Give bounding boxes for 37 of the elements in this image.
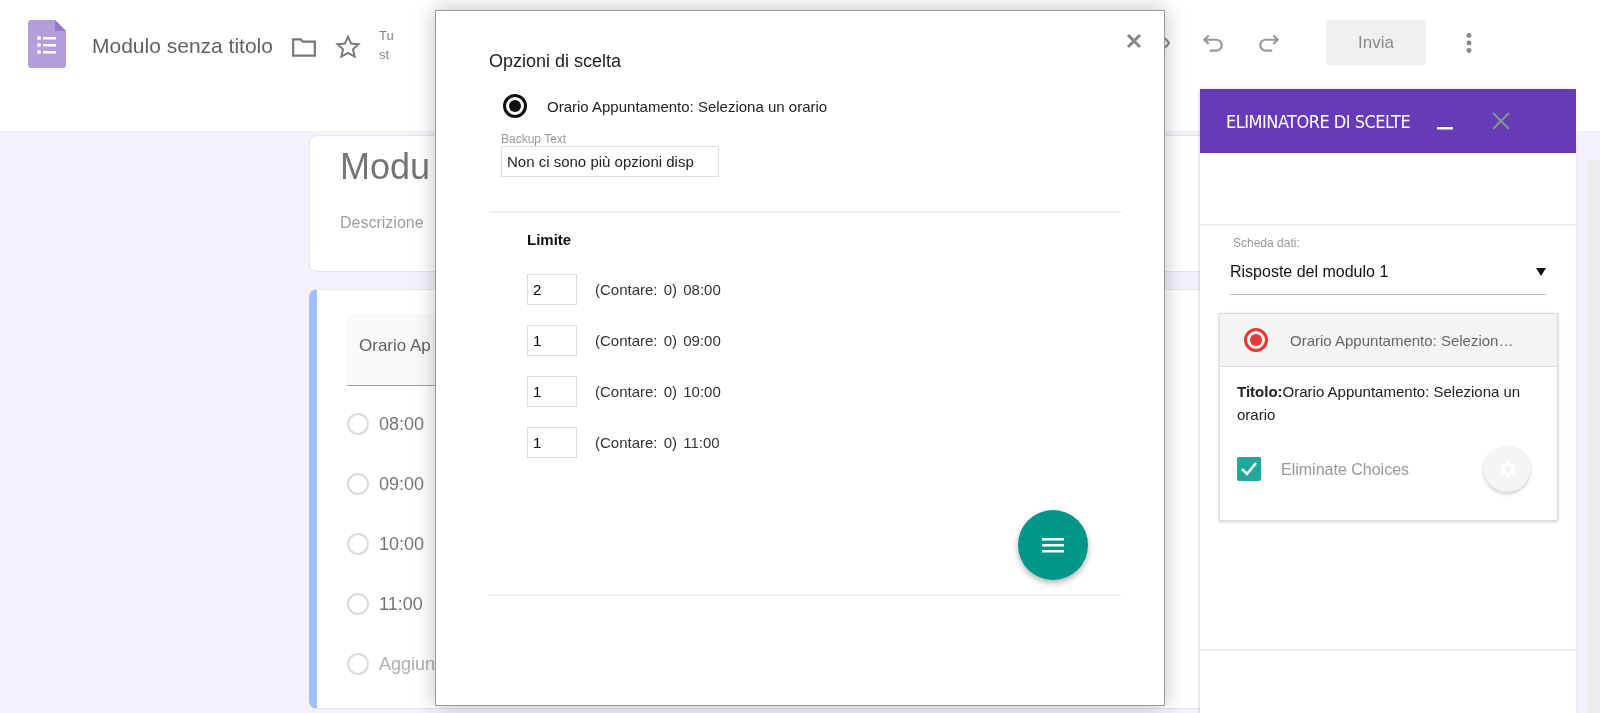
menu-icon: [1042, 537, 1064, 553]
question-label: Orario Appuntamento: Seleziona un orario: [547, 97, 828, 115]
limit-heading: Limite: [527, 231, 573, 248]
document-title[interactable]: Modulo senza titolo: [92, 34, 273, 58]
radio-button[interactable]: [1244, 328, 1268, 352]
radio-button[interactable]: [503, 94, 527, 118]
field-label: Scheda dati:: [1233, 236, 1301, 250]
option-text[interactable]: 08:00: [379, 413, 425, 435]
sheet-select[interactable]: Risposte del modulo 1: [1230, 250, 1546, 295]
option-count-text: (Contare: 0) 10:00: [595, 383, 721, 400]
limit-field[interactable]: 1: [527, 427, 577, 458]
caret-icon: [1536, 268, 1546, 276]
menu-button[interactable]: [1018, 510, 1088, 580]
save-status-text: st: [378, 46, 391, 64]
save-status-text: Tu: [378, 27, 394, 45]
checkbox[interactable]: [1237, 457, 1261, 481]
sidebar-title: ELIMINATORE DI SCELTE: [1226, 110, 1411, 132]
limit-field[interactable]: 1: [527, 325, 577, 356]
option-count-text: (Contare: 0) 11:00: [595, 434, 720, 451]
checkbox-label: Eliminate Choices: [1281, 459, 1410, 480]
option-text[interactable]: 10:00: [379, 533, 425, 555]
forms-logo-icon[interactable]: [28, 20, 66, 68]
option-text[interactable]: 09:00: [379, 473, 425, 495]
question-name: Orario Appuntamento: Selezion…: [1290, 331, 1514, 349]
limit-field[interactable]: 2: [527, 274, 577, 305]
limit-field[interactable]: 1: [527, 376, 577, 407]
question-title-text: Titolo:Orario Appuntamento: Seleziona un orario: [1237, 382, 1522, 425]
close-icon[interactable]: [1126, 33, 1142, 49]
dialog-title: Opzioni di scelta: [489, 51, 623, 72]
option-count-text: (Contare: 0) 08:00: [595, 281, 721, 298]
close-icon[interactable]: [1490, 110, 1513, 132]
field-label: Backup Text: [501, 132, 568, 146]
star-icon[interactable]: [334, 34, 361, 60]
option-count-text: (Contare: 0) 09:00: [595, 332, 721, 349]
backup-text-field[interactable]: Non ci sono più opzioni disp: [501, 146, 719, 177]
option-text[interactable]: 11:00: [379, 593, 423, 615]
question-card-header[interactable]: Orario Appuntamento: Selezion…: [1220, 314, 1557, 367]
